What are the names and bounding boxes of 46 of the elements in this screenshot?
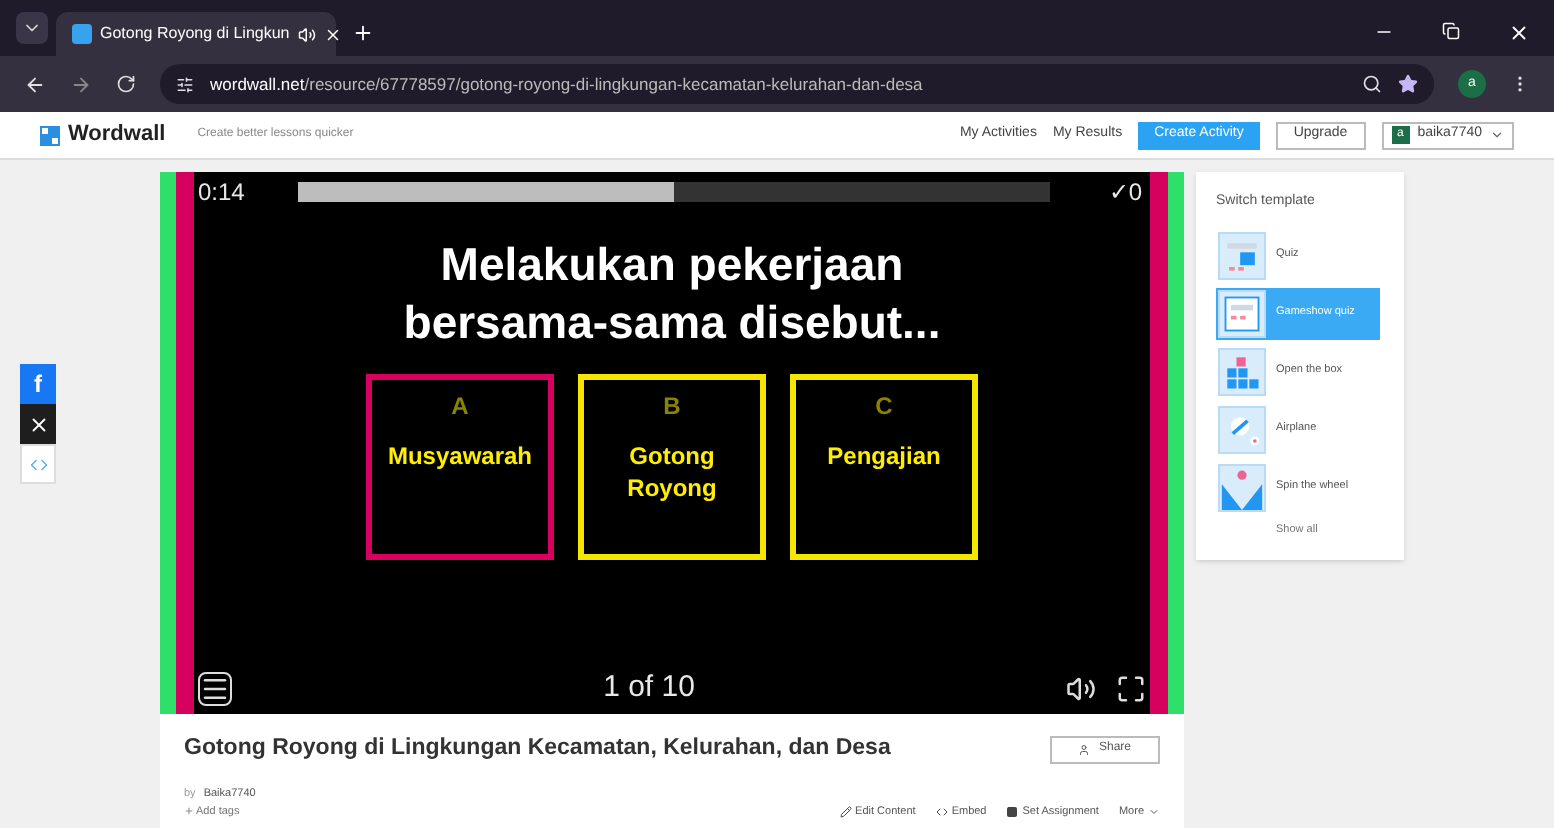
person-icon <box>1078 743 1091 756</box>
speaker-icon[interactable] <box>1066 673 1096 703</box>
reload-icon[interactable] <box>116 74 136 94</box>
restore-icon[interactable] <box>1442 22 1460 40</box>
back-icon[interactable] <box>24 73 46 95</box>
template-thumbnail-icon <box>1218 347 1266 395</box>
tab-list-button[interactable] <box>16 12 48 44</box>
speaker-icon <box>297 25 316 43</box>
answer-option[interactable]: B Gotong Royong <box>578 374 766 560</box>
x-logo-icon <box>27 413 49 435</box>
wordwall-logo-icon <box>40 125 60 145</box>
close-icon[interactable] <box>323 25 342 43</box>
close-icon[interactable] <box>1508 22 1530 44</box>
menu-icon[interactable] <box>198 671 232 705</box>
chevron-down-icon <box>1490 128 1504 142</box>
browser-tab[interactable]: Gotong Royong di Lingkun <box>56 12 336 56</box>
forward-icon[interactable] <box>70 73 92 95</box>
facebook-button[interactable]: f <box>20 364 56 404</box>
answer-option[interactable]: C Pengajian <box>790 374 978 560</box>
code-icon <box>29 455 47 473</box>
url-text: wordwall.net/resource/67778597/gotong-royong-di-lingkungan-kecamatan-kelurahan-dan-desa <box>210 71 923 97</box>
chevron-down-icon <box>1148 805 1160 818</box>
site-favicon <box>72 24 92 44</box>
logo-text[interactable]: Wordwall <box>68 118 166 152</box>
site-info-icon[interactable] <box>176 75 194 93</box>
new-tab-icon[interactable] <box>352 22 374 44</box>
tab-title: Gotong Royong di Lingkun <box>100 22 290 46</box>
address-bar[interactable]: wordwall.net/resource/67778597/gotong-royong-di-lingkungan-kecamatan-kelurahan-dan-desa <box>160 64 1434 104</box>
score: ✓0 <box>1108 176 1142 210</box>
code-icon <box>935 805 948 818</box>
question-text: Melakukan pekerjaan bersama-sama disebut... <box>402 236 942 352</box>
x-share-button[interactable] <box>20 404 56 444</box>
activity-title: Gotong Royong di Lingkungan Kecamatan, Kelurahan, dan Desa <box>184 734 893 764</box>
question-counter: 1 of 10 <box>601 667 697 708</box>
pencil-icon <box>839 805 852 818</box>
template-thumbnail-icon <box>1218 405 1266 453</box>
template-thumbnail-icon <box>1218 231 1266 279</box>
assignment-icon <box>1006 805 1019 818</box>
answer-option[interactable]: A Musyawarah <box>366 374 554 560</box>
search-icon[interactable] <box>1362 74 1382 94</box>
fullscreen-icon[interactable] <box>1116 673 1146 703</box>
template-thumbnail-icon <box>1218 463 1266 511</box>
plus-icon <box>184 806 194 817</box>
timer: 0:14 <box>198 176 247 210</box>
template-thumbnail-icon <box>1218 289 1266 337</box>
star-icon[interactable] <box>1398 74 1418 94</box>
